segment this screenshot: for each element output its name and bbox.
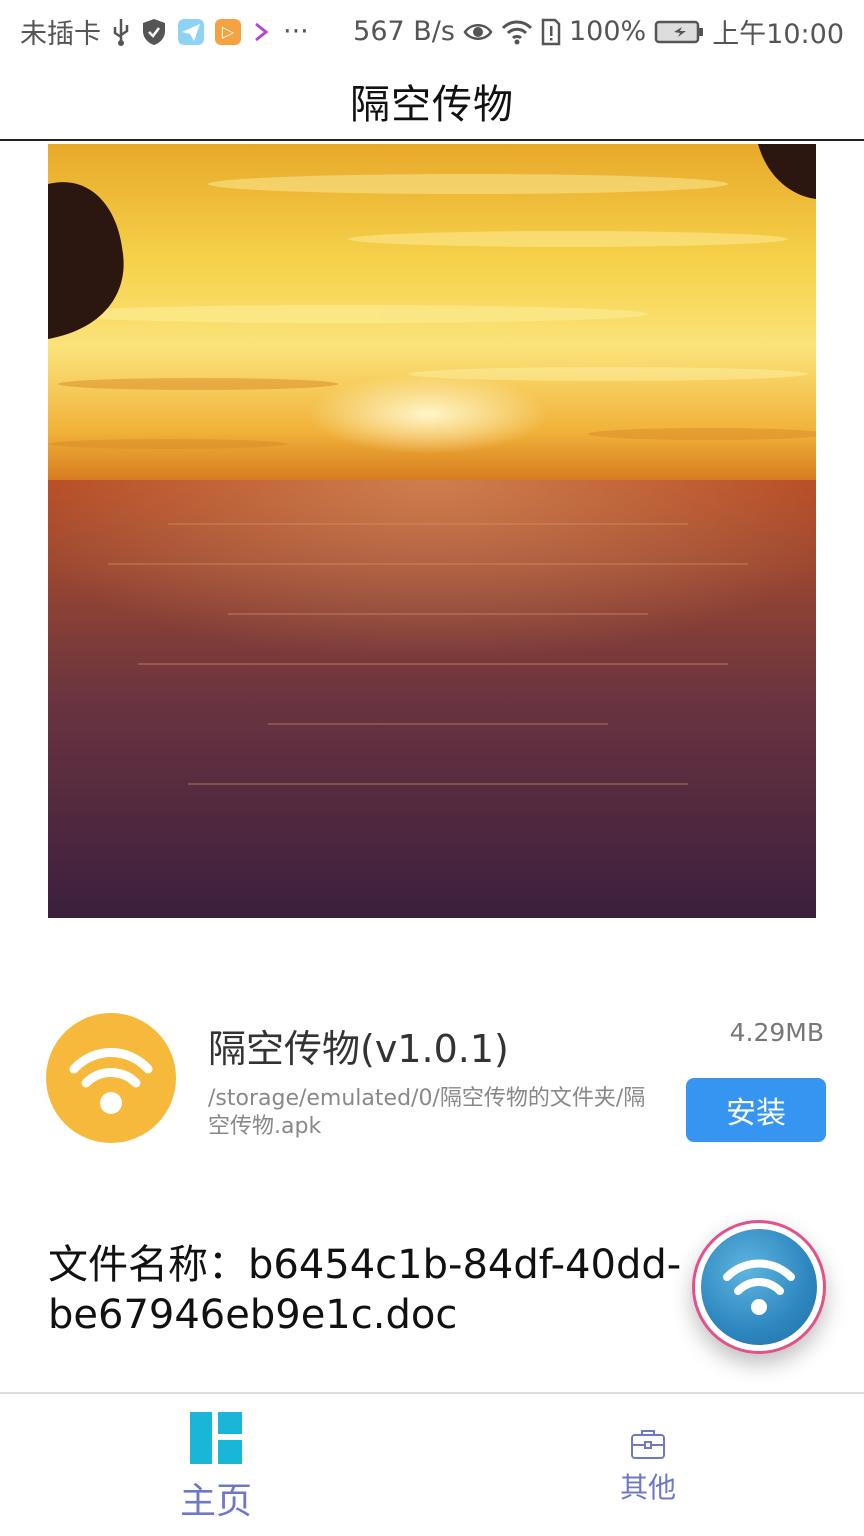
clock: 上午10:00 <box>712 19 844 50</box>
file-path: /storage/emulated/0/隔空传物的文件夹/隔空传物.apk <box>208 1086 646 1139</box>
briefcase-icon <box>631 1430 665 1459</box>
net-speed: 567 B/s <box>353 16 455 47</box>
nav-item-other[interactable]: 其他 <box>432 1394 864 1536</box>
wifi-app-icon <box>46 1013 176 1143</box>
hero-image <box>48 144 816 918</box>
file-name: 文件名称：b6454c1b-84df-40dd-be67946eb9e1c.do… <box>48 1242 682 1338</box>
wifi-icon <box>501 15 533 49</box>
more-notifications: ··· <box>283 16 309 47</box>
status-bar: 未插卡 ▷ ··· 567 B/s 100% 上午10:00 <box>0 0 864 62</box>
status-left: 未插卡 ▷ ··· <box>20 12 309 51</box>
page-title: 隔空传物 <box>350 81 514 128</box>
bottom-nav: 主页 其他 <box>0 1392 864 1536</box>
paper-plane-icon <box>177 15 205 49</box>
dashboard-icon <box>190 1412 242 1464</box>
carrier-text: 未插卡 <box>20 19 101 50</box>
play-badge-icon: ▷ <box>215 15 241 49</box>
install-button[interactable]: 安装 <box>686 1078 826 1142</box>
file-size: 4.29MB <box>729 1018 824 1047</box>
chevron-right-icon <box>251 15 273 49</box>
sim-alert-icon <box>541 15 561 49</box>
eye-icon <box>463 15 493 49</box>
wifi-icon <box>701 1229 817 1345</box>
usb-icon <box>111 15 131 49</box>
battery-percent: 100% <box>568 16 647 47</box>
app-header: 隔空传物 <box>0 62 864 141</box>
wifi-fab-button[interactable] <box>692 1220 826 1354</box>
app-name: 隔空传物(v1.0.1) <box>208 1027 509 1071</box>
nav-label-home: 主页 <box>179 1481 252 1522</box>
nav-item-home[interactable]: 主页 <box>0 1394 432 1536</box>
battery-charging-icon <box>654 15 704 49</box>
status-right: 567 B/s 100% 上午10:00 <box>353 12 844 51</box>
nav-label-other: 其他 <box>619 1471 676 1504</box>
shield-icon <box>141 15 167 49</box>
file-card: 隔空传物(v1.0.1) 4.29MB /storage/emulated/0/… <box>0 1000 864 1160</box>
